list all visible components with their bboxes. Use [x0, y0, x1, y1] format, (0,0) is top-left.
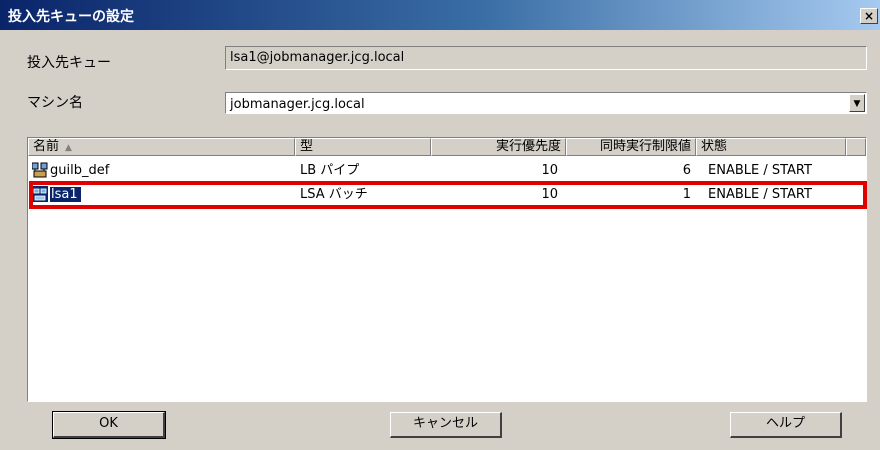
help-button[interactable]: ヘルプ [730, 412, 842, 438]
column-header-name[interactable]: 名前 ▲ [28, 138, 295, 156]
table-row[interactable]: guilb_def LB パイプ 10 6 ENABLE / START [28, 161, 866, 180]
sort-asc-icon: ▲ [65, 143, 72, 153]
column-header-type-label: 型 [300, 139, 314, 154]
row-limit: 1 [682, 187, 691, 202]
column-header-status[interactable]: 状態 [696, 138, 846, 156]
close-button[interactable]: × [860, 8, 878, 24]
row-status: ENABLE / START [708, 163, 812, 178]
window-title: 投入先キューの設定 [8, 9, 134, 25]
ok-button[interactable]: OK [52, 411, 166, 439]
column-header-priority-label: 実行優先度 [495, 139, 561, 154]
row-name: guilb_def [50, 163, 110, 178]
queue-list[interactable]: 名前 ▲ 型 実行優先度 同時実行制限値 状態 guilb_def LB パイプ … [27, 137, 867, 402]
row-type: LSA バッチ [300, 187, 368, 202]
cancel-button[interactable]: キャンセル [390, 412, 502, 438]
table-row-selected[interactable]: lsa1 LSA バッチ 10 1 ENABLE / START [28, 185, 866, 204]
column-header-priority[interactable]: 実行優先度 [431, 138, 566, 156]
column-header-type[interactable]: 型 [295, 138, 431, 156]
row-priority: 10 [541, 187, 558, 202]
close-icon: × [863, 9, 875, 23]
lsa-batch-icon [32, 186, 48, 202]
row-type: LB パイプ [300, 163, 360, 178]
lb-pipe-icon [32, 162, 48, 178]
row-priority: 10 [541, 163, 558, 178]
column-header-name-label: 名前 [33, 139, 60, 154]
machine-label: マシン名 [27, 95, 83, 111]
column-header-limit[interactable]: 同時実行制限値 [566, 138, 696, 156]
row-name-selected: lsa1 [50, 187, 81, 202]
row-limit: 6 [682, 163, 691, 178]
machine-select-value: jobmanager.jcg.local [230, 97, 365, 112]
column-header-status-label: 状態 [701, 139, 728, 154]
queue-field: lsa1@jobmanager.jcg.local [225, 46, 867, 70]
column-header-limit-label: 同時実行制限値 [599, 139, 691, 154]
title-bar: 投入先キューの設定 × [0, 0, 880, 30]
row-status: ENABLE / START [708, 187, 812, 202]
dropdown-button[interactable]: ▼ [849, 94, 865, 112]
column-header-filler [846, 138, 866, 156]
chevron-down-icon: ▼ [853, 99, 861, 109]
machine-select[interactable]: jobmanager.jcg.local ▼ [225, 92, 867, 114]
queue-label: 投入先キュー [27, 55, 111, 71]
row-name: lsa1 [50, 186, 81, 203]
